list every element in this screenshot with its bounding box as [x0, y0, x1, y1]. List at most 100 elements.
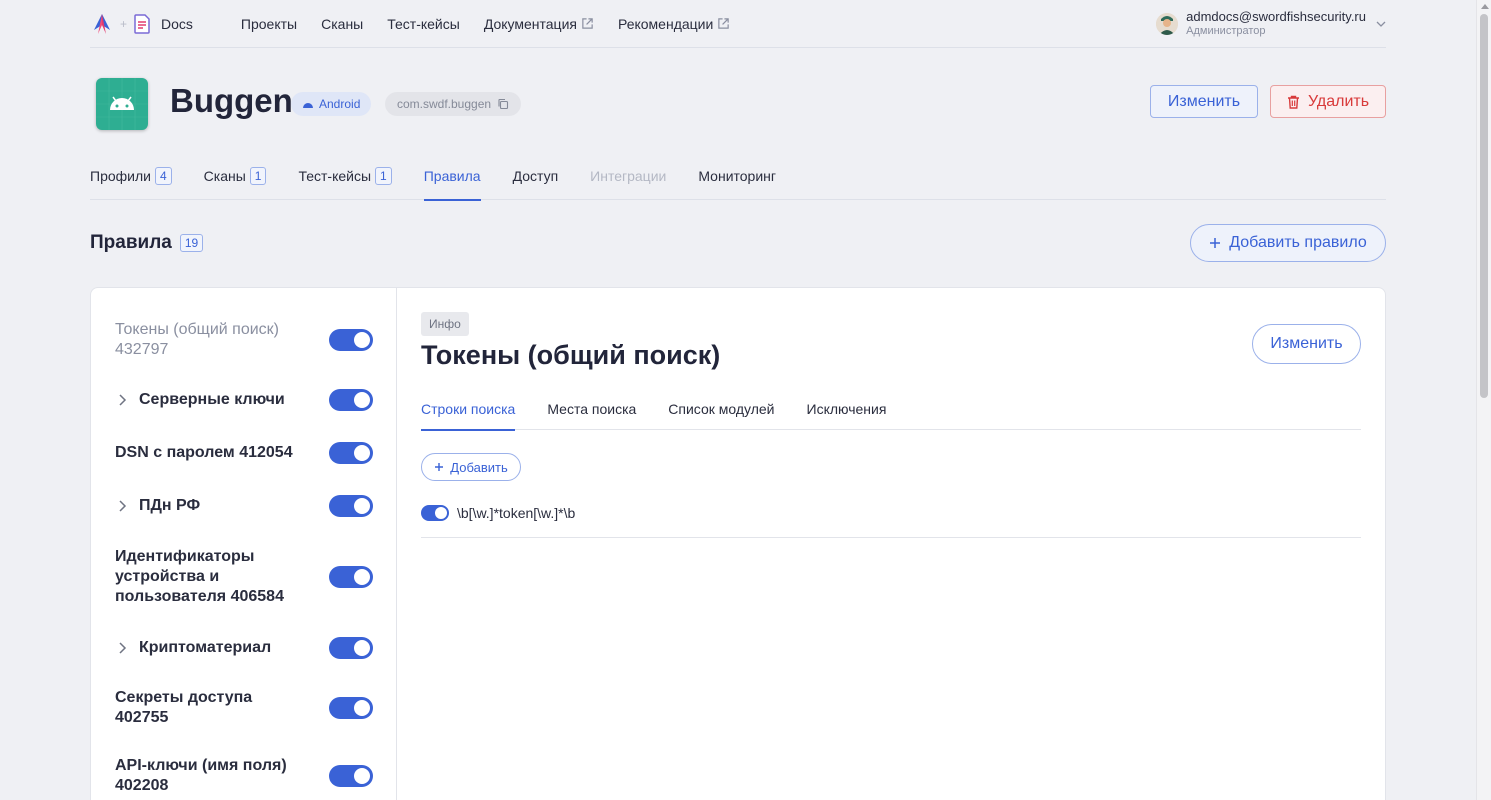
- chevron-right-icon[interactable]: [115, 641, 129, 655]
- tab-search-locations[interactable]: Места поиска: [547, 388, 636, 430]
- list-item[interactable]: Криптоматериал: [115, 637, 373, 659]
- edit-rule-button[interactable]: Изменить: [1252, 324, 1361, 364]
- rule-label: ПДн РФ: [139, 497, 201, 514]
- rule-label: API-ключи (имя поля) 402208: [115, 757, 287, 794]
- tab-label: Тест-кейсы: [298, 168, 372, 184]
- nav-link-recommendations[interactable]: Рекомендации: [618, 16, 730, 32]
- rules-title: Правила: [90, 232, 172, 253]
- tab-testcases[interactable]: Тест-кейсы 1: [298, 152, 392, 200]
- top-nav: + Docs Проекты Сканы Тест-кейсы Документ…: [90, 0, 1386, 48]
- add-rule-label: Добавить правило: [1229, 234, 1367, 251]
- list-item[interactable]: Идентификаторы устройства и пользователя…: [115, 547, 373, 607]
- platform-label: Android: [319, 97, 361, 111]
- delete-app-label: Удалить: [1307, 92, 1370, 110]
- scrollbar-thumb[interactable]: [1480, 14, 1488, 398]
- add-search-string-button[interactable]: Добавить: [421, 453, 521, 481]
- platform-badge: Android: [291, 92, 372, 116]
- list-item[interactable]: DSN с паролем 412054: [115, 442, 373, 464]
- nav-link-label: Сканы: [321, 15, 364, 32]
- nav-link-label: Рекомендации: [617, 15, 714, 32]
- page-scrollbar[interactable]: [1476, 0, 1491, 800]
- rule-title: Токены (общий поиск): [421, 340, 721, 370]
- nav-link-label: Тест-кейсы: [387, 15, 460, 32]
- rules-heading: Правила 19: [90, 232, 204, 254]
- edit-rule-label: Изменить: [1270, 335, 1343, 352]
- add-label: Добавить: [450, 459, 508, 475]
- rule-toggle[interactable]: [329, 495, 373, 517]
- nav-link-scans[interactable]: Сканы: [321, 16, 363, 32]
- edit-app-button[interactable]: Изменить: [1150, 85, 1258, 118]
- rules-count-badge: 19: [179, 234, 204, 252]
- tab-search-strings[interactable]: Строки поиска: [421, 388, 516, 431]
- user-role: Администратор: [1186, 25, 1266, 37]
- nav-link-label: Проекты: [240, 15, 298, 32]
- copy-icon[interactable]: [497, 98, 509, 110]
- rule-toggle[interactable]: [329, 329, 373, 351]
- scroll-up-arrow-icon[interactable]: [1481, 4, 1489, 9]
- tab-profiles[interactable]: Профили 4: [90, 152, 172, 200]
- edit-app-label: Изменить: [1167, 92, 1241, 110]
- list-item[interactable]: Токены (общий поиск) 432797: [115, 320, 373, 360]
- list-item[interactable]: ПДн РФ: [115, 495, 373, 517]
- tab-label: Правила: [423, 168, 481, 184]
- rule-label: Криптоматериал: [139, 639, 272, 656]
- rule-label: Идентификаторы устройства и пользователя…: [115, 548, 284, 605]
- rule-label: DSN с паролем 412054: [115, 444, 293, 461]
- plus-icon: [435, 463, 444, 471]
- list-item[interactable]: API-ключи (имя поля) 402208: [115, 756, 373, 796]
- app-header: Buggen Android com.swdf.buggen Изменить …: [90, 48, 1386, 148]
- trash-icon: [1287, 95, 1299, 109]
- page-container: + Docs Проекты Сканы Тест-кейсы Документ…: [90, 0, 1386, 800]
- chevron-right-icon[interactable]: [115, 499, 129, 513]
- count-badge: 4: [154, 167, 172, 185]
- list-item[interactable]: Серверные ключи: [115, 389, 373, 411]
- docs-icon: [134, 13, 150, 34]
- count-badge: 1: [249, 167, 267, 185]
- tab-integrations: Интеграции: [590, 152, 666, 200]
- tab-access[interactable]: Доступ: [513, 152, 559, 200]
- tab-label: Профили: [90, 168, 151, 184]
- plus-separator: +: [120, 16, 128, 31]
- brand-icon: [94, 13, 110, 34]
- rule-subtabs: Строки поиска Места поиска Список модуле…: [421, 388, 1361, 431]
- add-rule-button[interactable]: Добавить правило: [1190, 224, 1386, 262]
- list-item[interactable]: Секреты доступа 402755: [115, 688, 373, 728]
- chevron-down-icon: [1376, 21, 1386, 27]
- plus-icon: [1210, 238, 1221, 248]
- user-menu[interactable]: admdocs@swordfishsecurity.ru Администрат…: [1156, 9, 1386, 38]
- rule-toggle[interactable]: [329, 442, 373, 464]
- logo[interactable]: + Docs: [90, 12, 193, 36]
- tab-monitoring[interactable]: Мониторинг: [698, 152, 776, 200]
- rules-list: Токены (общий поиск) 432797 Серверные кл…: [91, 288, 397, 800]
- rule-toggle[interactable]: [329, 389, 373, 411]
- external-link-icon: [718, 18, 730, 29]
- tab-rules[interactable]: Правила: [423, 152, 481, 201]
- tab-exclusions[interactable]: Исключения: [807, 388, 887, 430]
- count-badge: 1: [375, 167, 392, 185]
- tab-module-list[interactable]: Список модулей: [668, 388, 774, 430]
- package-name: com.swdf.buggen: [397, 97, 492, 111]
- rule-toggle[interactable]: [329, 637, 373, 659]
- rule-toggle[interactable]: [329, 765, 373, 787]
- nav-link-documentation[interactable]: Документация: [484, 16, 594, 32]
- rule-toggle[interactable]: [329, 566, 373, 588]
- package-badge[interactable]: com.swdf.buggen: [385, 92, 522, 116]
- pattern-text: \b[\w.]*token[\w.]*\b: [457, 505, 576, 521]
- tab-label: Доступ: [512, 168, 559, 184]
- delete-app-button[interactable]: Удалить: [1270, 85, 1386, 118]
- docs-label: Docs: [161, 15, 193, 32]
- tab-scans[interactable]: Сканы 1: [204, 152, 267, 200]
- external-link-icon: [582, 18, 593, 29]
- nav-link-projects[interactable]: Проекты: [241, 16, 297, 32]
- nav-links: Проекты Сканы Тест-кейсы Документация Ре…: [241, 16, 730, 32]
- android-icon: [303, 103, 313, 108]
- tab-label: Сканы: [203, 168, 246, 184]
- chevron-right-icon[interactable]: [115, 393, 129, 407]
- pattern-toggle[interactable]: [421, 505, 449, 521]
- nav-link-label: Документация: [483, 15, 577, 32]
- rules-panel: Токены (общий поиск) 432797 Серверные кл…: [90, 287, 1386, 800]
- rule-toggle[interactable]: [329, 697, 373, 719]
- user-email: admdocs@swordfishsecurity.ru: [1186, 9, 1366, 24]
- nav-link-testcases[interactable]: Тест-кейсы: [387, 16, 460, 32]
- info-badge: Инфо: [421, 312, 469, 336]
